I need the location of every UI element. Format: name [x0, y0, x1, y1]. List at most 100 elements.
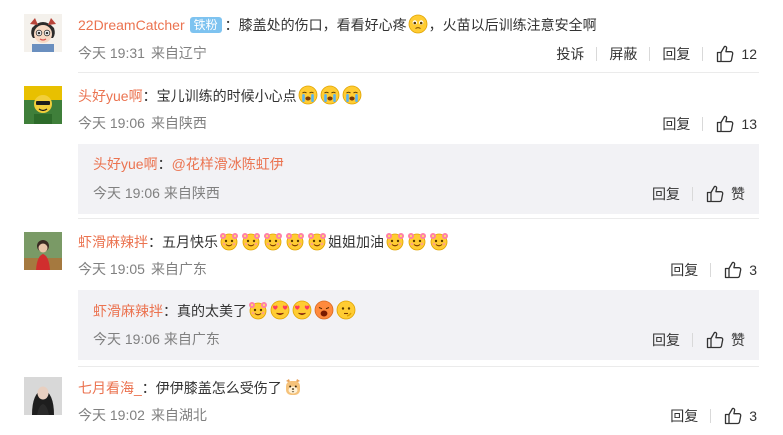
reply-button[interactable]: 回复: [652, 185, 680, 203]
avatar[interactable]: [24, 232, 62, 270]
divider: [702, 117, 704, 131]
fan-badge[interactable]: 铁粉: [189, 17, 222, 33]
reply-button[interactable]: 回复: [662, 115, 690, 133]
like-count: 12: [741, 46, 757, 62]
timestamp: 今天 19:02: [78, 407, 145, 423]
timestamp: 今天 19:05: [78, 261, 145, 277]
avatar-image: [24, 14, 62, 52]
username-link[interactable]: 头好yue啊: [93, 156, 158, 172]
like-label: 赞: [731, 186, 745, 202]
divider: [702, 47, 704, 61]
username-link[interactable]: 虾滑麻辣拌: [93, 303, 163, 319]
flower-emoji-icon: [263, 231, 283, 251]
avatar-image: [24, 86, 62, 124]
location: 来自湖北: [150, 407, 207, 423]
avatar-image: [24, 377, 62, 415]
report-button[interactable]: 投诉: [556, 45, 584, 63]
avatar[interactable]: [24, 14, 62, 52]
sub-reply-body: 虾滑麻辣拌：真的太美了: [93, 300, 357, 321]
flower-emoji-icon: [429, 231, 449, 251]
comment-actions: 回复 3: [670, 406, 757, 426]
shocked-emoji-icon: [314, 300, 334, 320]
location: 来自辽宁: [150, 45, 207, 61]
comment-actions: 回复 3: [670, 260, 757, 280]
thumbs-up-icon: [723, 260, 743, 280]
reply-button[interactable]: 回复: [652, 331, 680, 349]
comment-body: 虾滑麻辣拌：五月快乐 姐姐加油: [78, 231, 450, 252]
timestamp: 今天 19:06: [93, 331, 160, 347]
timestamp: 今天 19:06: [78, 115, 145, 131]
username-link[interactable]: 七月看海_: [78, 380, 142, 396]
flower-emoji-icon: [385, 231, 405, 251]
like-count: 13: [741, 116, 757, 132]
divider: [649, 47, 651, 61]
comment-text: 伊伊膝盖怎么受伤了: [155, 380, 282, 396]
sub-reply-text: 真的太美了: [177, 303, 247, 319]
flower-emoji-icon: [241, 231, 261, 251]
username-link[interactable]: 头好yue啊: [78, 88, 143, 104]
flower-emoji-icon: [307, 231, 327, 251]
avatar[interactable]: [24, 86, 62, 124]
sub-reply-body: 头好yue啊：@花样滑冰陈虹伊: [93, 154, 284, 174]
thumbs-up-icon: [715, 114, 735, 134]
sad-emoji-icon: [408, 14, 428, 34]
divider: [692, 333, 693, 347]
flower-emoji-icon: [407, 231, 427, 251]
divider: [710, 409, 712, 423]
flower-emoji-icon: [285, 231, 305, 251]
crying-emoji-icon: [298, 85, 318, 105]
like-button[interactable]: 赞: [705, 184, 745, 204]
like-button[interactable]: 赞: [705, 330, 745, 350]
sub-reply-meta: 今天 19:06 来自陕西: [93, 184, 220, 202]
location: 来自广东: [150, 261, 207, 277]
heart-eyes-emoji-icon: [292, 300, 312, 320]
comment-text: 五月快乐: [162, 234, 218, 250]
thumbs-up-icon: [715, 44, 735, 64]
sub-reply: 头好yue啊：@花样滑冰陈虹伊 今天 19:06 来自陕西 回复 赞: [78, 144, 759, 214]
divider: [78, 72, 759, 73]
username-link[interactable]: 22DreamCatcher: [78, 17, 185, 33]
colon: ：: [148, 234, 162, 250]
comment-actions: 回复 13: [662, 114, 757, 134]
avatar-image: [24, 232, 62, 270]
thumbs-up-icon: [705, 330, 725, 350]
avatar[interactable]: [24, 377, 62, 415]
thumbs-up-icon: [705, 184, 725, 204]
like-count: 3: [749, 262, 757, 278]
mention-link[interactable]: @花样滑冰陈虹伊: [172, 156, 284, 172]
comment-body: 22DreamCatcher 铁粉 ：膝盖处的伤口，看看好心疼 ，火苗以后训练注意安全…: [78, 14, 597, 35]
like-button[interactable]: 13: [715, 114, 757, 134]
block-button[interactable]: 屏蔽: [609, 45, 637, 63]
location: 来自陕西: [150, 115, 207, 131]
thumbs-up-icon: [723, 406, 743, 426]
colon: ：: [141, 380, 156, 396]
colon: ：: [142, 88, 157, 104]
dog-emoji-icon: [283, 377, 303, 397]
thinking-emoji-icon: [336, 300, 356, 320]
comment-meta: 今天 19:02 来自湖北: [78, 406, 207, 424]
reply-button[interactable]: 回复: [670, 407, 698, 425]
comment-meta: 今天 19:31 来自辽宁: [78, 44, 207, 62]
sub-reply: 虾滑麻辣拌：真的太美了 今天 19:06 来自广东 回复 赞: [78, 290, 759, 360]
colon: ：: [163, 303, 177, 319]
like-button[interactable]: 12: [715, 44, 757, 64]
location: 来自广东: [163, 331, 220, 347]
comment-meta: 今天 19:06 来自陕西: [78, 114, 207, 132]
reply-button[interactable]: 回复: [670, 261, 698, 279]
comment-body: 七月看海_：伊伊膝盖怎么受伤了: [78, 377, 304, 398]
divider: [692, 187, 693, 201]
like-label: 赞: [731, 332, 745, 348]
sub-reply-meta: 今天 19:06 来自广东: [93, 330, 220, 348]
crying-emoji-icon: [342, 85, 362, 105]
timestamp: 今天 19:31: [78, 45, 145, 61]
comment-body: 头好yue啊：宝儿训练的时候小心点: [78, 85, 363, 106]
like-button[interactable]: 3: [723, 260, 757, 280]
heart-eyes-emoji-icon: [270, 300, 290, 320]
comment-actions: 投诉 屏蔽 回复 12: [556, 44, 757, 64]
like-button[interactable]: 3: [723, 406, 757, 426]
comment-meta: 今天 19:05 来自广东: [78, 260, 207, 278]
reply-button[interactable]: 回复: [662, 45, 690, 63]
divider: [710, 263, 712, 277]
flower-emoji-icon: [219, 231, 239, 251]
username-link[interactable]: 虾滑麻辣拌: [78, 234, 148, 250]
